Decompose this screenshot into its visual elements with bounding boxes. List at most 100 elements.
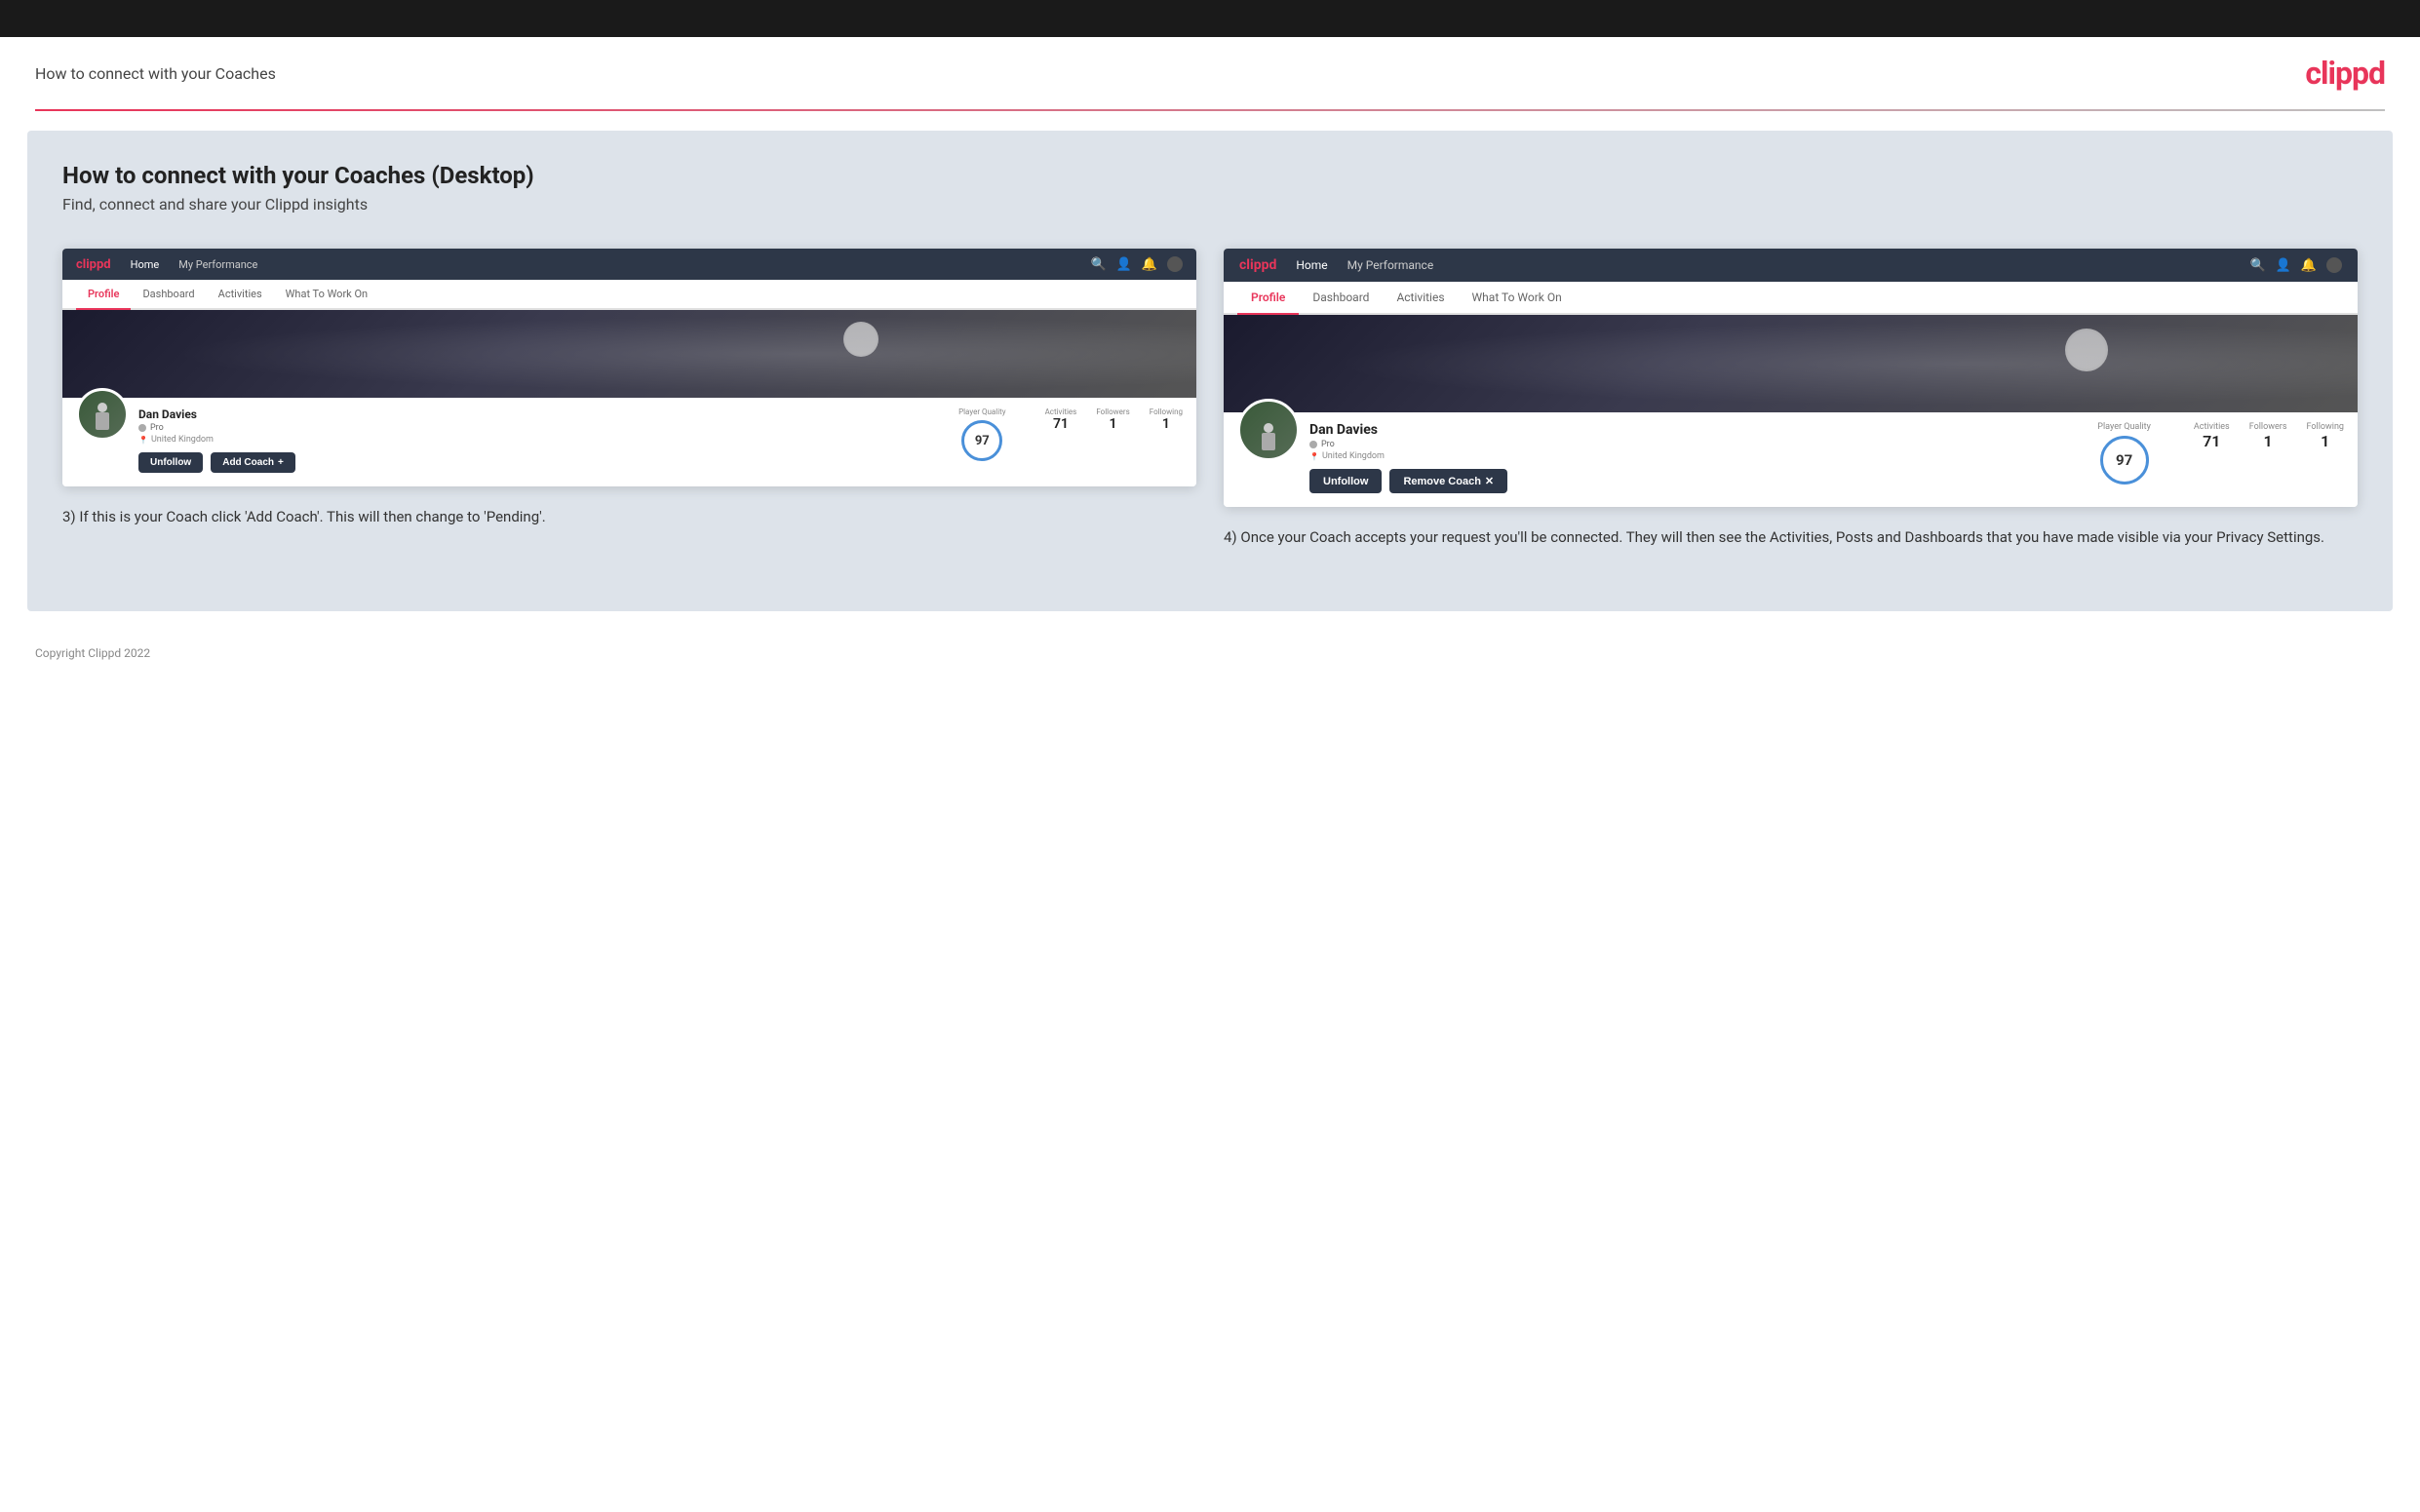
left-profile-section: Dan Davies Pro 📍 United Kingdom Unfollow… <box>62 398 1196 486</box>
right-banner-overlay <box>1224 315 2358 412</box>
user-icon[interactable]: 👤 <box>1116 257 1132 272</box>
left-profile-location: 📍 United Kingdom <box>138 435 958 445</box>
right-stat-activities: Activities 71 <box>2194 422 2230 450</box>
left-banner-overlay <box>62 310 1196 398</box>
right-avatar <box>1237 399 1300 461</box>
left-tab-activities[interactable]: Activities <box>207 280 274 310</box>
right-profile-name: Dan Davies <box>1309 422 2097 438</box>
left-activities-label: Activities <box>1045 407 1077 416</box>
right-stat-followers: Followers 1 <box>2249 422 2287 450</box>
right-badge-label: Pro <box>1321 440 1335 449</box>
left-badge-label: Pro <box>150 423 164 433</box>
right-quality-circle: 97 <box>2100 436 2149 485</box>
left-avatar <box>76 388 129 441</box>
add-icon: + <box>278 457 284 468</box>
right-followers-label: Followers <box>2249 422 2287 432</box>
left-quality-section: Player Quality 97 <box>958 407 1006 461</box>
right-quality-section: Player Quality 97 <box>2097 422 2151 485</box>
right-user-icon[interactable]: 👤 <box>2276 258 2291 273</box>
avatar-icon[interactable] <box>1167 256 1183 272</box>
main-content: How to connect with your Coaches (Deskto… <box>27 131 2393 611</box>
left-profile-name: Dan Davies <box>138 407 958 421</box>
left-profile-info: Dan Davies Pro 📍 United Kingdom Unfollow… <box>138 407 958 473</box>
right-bell-icon[interactable]: 🔔 <box>2301 258 2317 273</box>
right-quality-label: Player Quality <box>2097 422 2151 432</box>
page-subheading: Find, connect and share your Clippd insi… <box>62 195 2358 213</box>
left-mock-nav: clippd Home My Performance 🔍 👤 🔔 <box>62 249 1196 280</box>
right-tab-what-to-work-on[interactable]: What To Work On <box>1459 282 1576 315</box>
header: How to connect with your Coaches clippd <box>0 37 2420 109</box>
right-screenshot-col: clippd Home My Performance 🔍 👤 🔔 Profile… <box>1224 249 2358 549</box>
right-tab-activities[interactable]: Activities <box>1383 282 1458 315</box>
left-avatar-figure <box>93 403 112 434</box>
right-profile-section: Dan Davies Pro 📍 United Kingdom Unfollow… <box>1224 412 2358 507</box>
left-unfollow-button[interactable]: Unfollow <box>138 452 203 473</box>
top-bar <box>0 0 2420 37</box>
left-activities-value: 71 <box>1045 416 1077 432</box>
right-search-icon[interactable]: 🔍 <box>2249 258 2265 273</box>
right-profile-badge: Pro <box>1309 440 2097 449</box>
left-stats: Activities 71 Followers 1 Following 1 <box>1045 407 1183 432</box>
left-mock-banner <box>62 310 1196 398</box>
right-nav-logo: clippd <box>1239 257 1276 273</box>
footer: Copyright Clippd 2022 <box>0 631 2420 676</box>
right-following-value: 1 <box>2306 432 2344 450</box>
right-stats: Activities 71 Followers 1 Following 1 <box>2194 422 2344 450</box>
logo: clippd <box>2305 55 2385 92</box>
screenshots-row: clippd Home My Performance 🔍 👤 🔔 Profile… <box>62 249 2358 549</box>
bell-icon[interactable]: 🔔 <box>1142 257 1157 272</box>
left-stat-followers: Followers 1 <box>1096 407 1129 432</box>
left-tab-what-to-work-on[interactable]: What To Work On <box>274 280 380 310</box>
left-stat-following: Following 1 <box>1150 407 1183 432</box>
left-profile-badge: Pro <box>138 423 958 433</box>
left-tab-profile[interactable]: Profile <box>76 280 131 310</box>
right-followers-value: 1 <box>2249 432 2287 450</box>
right-mock-nav: clippd Home My Performance 🔍 👤 🔔 <box>1224 249 2358 282</box>
right-avatar-icon[interactable] <box>2326 257 2342 273</box>
left-nav-home[interactable]: Home <box>131 258 160 271</box>
left-location-icon: 📍 <box>138 436 148 445</box>
left-followers-value: 1 <box>1096 416 1129 432</box>
left-mock-tabs: Profile Dashboard Activities What To Wor… <box>62 280 1196 310</box>
page-heading: How to connect with your Coaches (Deskto… <box>62 162 2358 189</box>
left-mock-browser: clippd Home My Performance 🔍 👤 🔔 Profile… <box>62 249 1196 486</box>
left-quality-label: Player Quality <box>958 407 1006 416</box>
right-tab-profile[interactable]: Profile <box>1237 282 1299 315</box>
right-tab-dashboard[interactable]: Dashboard <box>1299 282 1383 315</box>
right-mock-banner <box>1224 315 2358 412</box>
right-activities-value: 71 <box>2194 432 2230 450</box>
left-following-label: Following <box>1150 407 1183 416</box>
footer-text: Copyright Clippd 2022 <box>35 646 150 660</box>
left-followers-label: Followers <box>1096 407 1129 416</box>
left-add-coach-button[interactable]: Add Coach + <box>211 452 295 473</box>
right-nav-my-performance[interactable]: My Performance <box>1347 258 1434 272</box>
right-profile-location: 📍 United Kingdom <box>1309 451 2097 461</box>
left-badge-dot <box>138 424 146 432</box>
left-nav-my-performance[interactable]: My Performance <box>178 258 257 271</box>
header-divider <box>35 109 2385 111</box>
right-nav-home[interactable]: Home <box>1296 258 1327 272</box>
right-location-text: United Kingdom <box>1322 451 1385 461</box>
right-unfollow-button[interactable]: Unfollow <box>1309 469 1382 493</box>
left-profile-buttons: Unfollow Add Coach + <box>138 452 958 473</box>
right-remove-coach-button[interactable]: Remove Coach ✕ <box>1389 469 1507 493</box>
header-title: How to connect with your Coaches <box>35 64 276 83</box>
right-activities-label: Activities <box>2194 422 2230 432</box>
right-badge-dot <box>1309 441 1317 448</box>
search-icon[interactable]: 🔍 <box>1090 257 1106 272</box>
left-tab-dashboard[interactable]: Dashboard <box>131 280 206 310</box>
left-nav-logo: clippd <box>76 257 111 272</box>
right-mock-browser: clippd Home My Performance 🔍 👤 🔔 Profile… <box>1224 249 2358 507</box>
right-mock-tabs: Profile Dashboard Activities What To Wor… <box>1224 282 2358 315</box>
remove-icon: ✕ <box>1485 475 1494 487</box>
left-quality-circle: 97 <box>961 420 1002 461</box>
left-description: 3) If this is your Coach click 'Add Coac… <box>62 506 1196 528</box>
right-banner-circle <box>2065 329 2108 371</box>
right-nav-icons: 🔍 👤 🔔 <box>2249 257 2342 273</box>
right-profile-buttons: Unfollow Remove Coach ✕ <box>1309 469 2097 493</box>
right-stat-following: Following 1 <box>2306 422 2344 450</box>
left-nav-icons: 🔍 👤 🔔 <box>1090 256 1183 272</box>
left-following-value: 1 <box>1150 416 1183 432</box>
right-avatar-figure <box>1259 423 1278 454</box>
left-stat-activities: Activities 71 <box>1045 407 1077 432</box>
